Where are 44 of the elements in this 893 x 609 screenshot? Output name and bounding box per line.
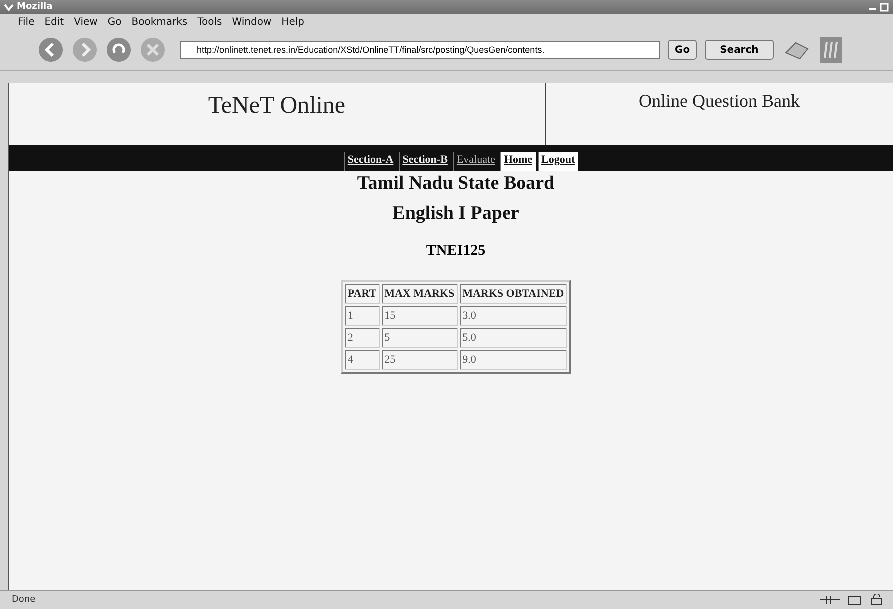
table-cell: 9.0	[460, 350, 568, 370]
popup-icon	[847, 594, 863, 606]
table-cell: 1	[344, 306, 380, 326]
heading: Tamil Nadu State Board	[357, 173, 555, 195]
nav-link[interactable]: Evaluate	[452, 152, 498, 171]
menu-item[interactable]: Bookmarks	[132, 16, 188, 28]
lock-icon	[869, 594, 885, 606]
table-cell: 5	[382, 328, 458, 348]
paper-code: TNEI125	[426, 243, 486, 260]
window-title: Mozilla	[17, 2, 53, 12]
status-text: Done	[12, 595, 36, 605]
forward-icon[interactable]	[72, 37, 98, 63]
section-title: Online Question Bank	[639, 91, 800, 113]
table-cell: 5.0	[460, 328, 568, 348]
heading: English I Paper	[392, 203, 520, 225]
column-header: MARKS OBTAINED	[460, 284, 568, 304]
maximize-icon[interactable]	[880, 2, 889, 12]
go-button[interactable]: Go	[668, 40, 698, 60]
nav-link[interactable]: Logout	[538, 152, 578, 171]
table-cell: 25	[382, 350, 458, 370]
nav-link[interactable]: Home	[500, 152, 536, 171]
chevron-icon[interactable]	[4, 2, 14, 12]
connection-icon	[819, 594, 841, 606]
column-header: MAX MARKS	[382, 284, 458, 304]
menu-item[interactable]: Window	[232, 16, 272, 28]
menu-item[interactable]: Help	[282, 16, 304, 28]
table-cell: 15	[382, 306, 458, 326]
nav-link[interactable]: Section-A	[344, 152, 397, 171]
table-cell: 2	[344, 328, 380, 348]
back-icon[interactable]	[38, 37, 64, 63]
column-header: PART	[344, 284, 380, 304]
search-button[interactable]: Search	[705, 40, 774, 60]
menu-item[interactable]: Go	[108, 16, 122, 28]
menu-item[interactable]: Edit	[44, 16, 64, 28]
reload-icon[interactable]	[106, 37, 132, 63]
menu-item[interactable]: View	[74, 16, 98, 28]
address-field[interactable]: http://onlinett.tenet.res.in/Education/XStd/OnlineTT/final/src/posting/QuesGen/contents.	[180, 41, 660, 59]
menu-item[interactable]: File	[18, 16, 35, 28]
table-cell: 3.0	[460, 306, 568, 326]
nav-link[interactable]: Section-B	[398, 152, 451, 171]
menu-item[interactable]: Tools	[198, 16, 222, 28]
site-title: TeNeT Online	[208, 93, 346, 121]
table-cell: 4	[344, 350, 380, 370]
logo-icon[interactable]	[820, 37, 842, 63]
